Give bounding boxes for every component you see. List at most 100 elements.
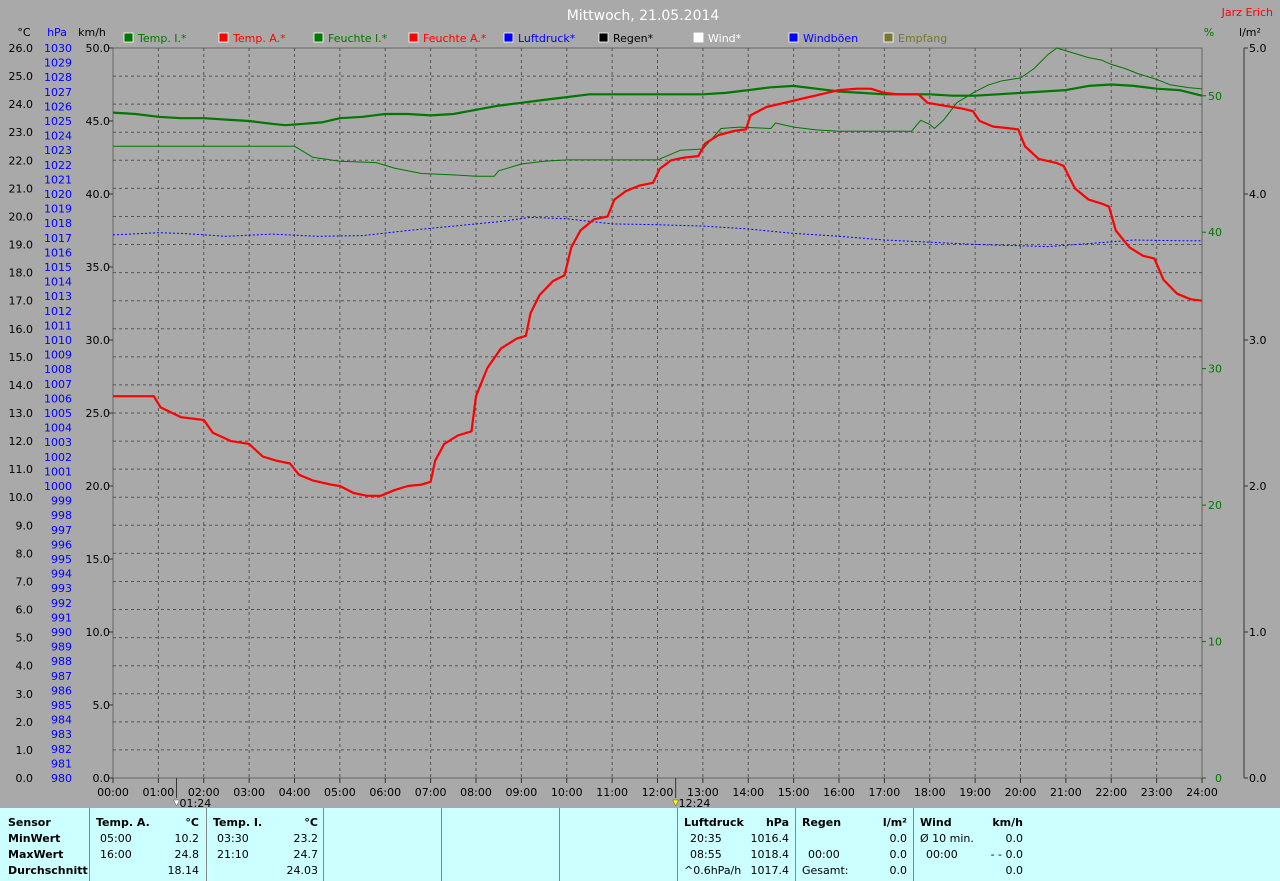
stats-temp-i-max-time: 21:10 — [217, 848, 249, 861]
pressure-tick-label: 990 — [51, 626, 72, 639]
legend-swatch — [788, 32, 799, 43]
stats-temp-a-avg: 18.14 — [167, 864, 200, 877]
temp-tick-label: 25.0 — [9, 70, 34, 83]
stats-pressure-min-time: 20:35 — [690, 832, 722, 845]
temp-tick-label: 21.0 — [9, 182, 34, 195]
pressure-tick-label: 1017 — [44, 232, 72, 245]
pressure-tick-label: 1026 — [44, 100, 72, 113]
pressure-tick-label: 998 — [51, 509, 72, 522]
temp-tick-label: 16.0 — [9, 323, 34, 336]
speed-tick-label: 25.0 — [86, 407, 111, 420]
temp-tick-label: 3.0 — [16, 688, 34, 701]
pressure-tick-label: 1027 — [44, 86, 72, 99]
legend-label: Wind* — [708, 32, 742, 45]
x-tick-label: 05:00 — [324, 786, 356, 799]
stats-temp-a-title: Temp. A. — [96, 816, 150, 829]
stats-rain-max-val: 0.0 — [889, 848, 908, 861]
stats-empty-1 — [323, 808, 441, 881]
humidity-tick-label: 30 — [1208, 363, 1222, 376]
x-tick-label: 01:00 — [143, 786, 175, 799]
speed-tick-label: 30.0 — [86, 334, 111, 347]
pressure-tick-label: 1021 — [44, 173, 72, 186]
legend-label: Empfang — [898, 32, 947, 45]
legend-swatch — [503, 32, 514, 43]
temp-tick-label: 8.0 — [16, 547, 34, 560]
x-tick-label: 21:00 — [1050, 786, 1082, 799]
temp-tick-label: 17.0 — [9, 295, 34, 308]
pressure-tick-label: 989 — [51, 641, 72, 654]
x-tick-label: 22:00 — [1095, 786, 1127, 799]
stats-wind-avg: 0.0 — [1005, 864, 1024, 877]
pressure-tick-label: 982 — [51, 743, 72, 756]
pressure-tick-label: 992 — [51, 597, 72, 610]
pressure-tick-label: 1028 — [44, 71, 72, 84]
temp-tick-label: 10.0 — [9, 491, 34, 504]
speed-tick-label: 40.0 — [86, 188, 111, 201]
speed-tick-label: 5.0 — [93, 699, 111, 712]
speed-tick-label: 20.0 — [86, 480, 111, 493]
rain-tick-label: 2.0 — [1249, 480, 1267, 493]
temp-tick-label: 26.0 — [9, 42, 34, 55]
x-tick-label: 17:00 — [869, 786, 901, 799]
pressure-tick-label: 1010 — [44, 334, 72, 347]
temp-tick-label: 12.0 — [9, 435, 34, 448]
rain-tick-label: 5.0 — [1249, 42, 1267, 55]
humidity-tick-label: 40 — [1208, 226, 1222, 239]
stats-label-avg: Durchschnitt — [8, 864, 88, 877]
humidity-tick-label: 10 — [1208, 636, 1222, 649]
x-tick-label: 18:00 — [914, 786, 946, 799]
temp-tick-label: 11.0 — [9, 463, 34, 476]
speed-tick-label: 15.0 — [86, 553, 111, 566]
stats-rain-unit: l/m² — [882, 816, 907, 829]
stats-pressure-min-val: 1016.4 — [750, 832, 790, 845]
legend-label: Windböen — [803, 32, 858, 45]
speed-tick-label: 10.0 — [86, 626, 111, 639]
legend-swatch — [313, 32, 324, 43]
humidity-tick-label: 20 — [1208, 499, 1222, 512]
pressure-tick-label: 1003 — [44, 436, 72, 449]
pressure-tick-label: 980 — [51, 772, 72, 785]
stats-temp-a-max-time: 16:00 — [100, 848, 132, 861]
pressure-tick-label: 984 — [51, 714, 72, 727]
pressure-tick-label: 1024 — [44, 130, 72, 143]
pressure-tick-label: 999 — [51, 495, 72, 508]
pressure-tick-label: 987 — [51, 670, 72, 683]
x-tick-label: 03:00 — [233, 786, 265, 799]
pressure-tick-label: 988 — [51, 655, 72, 668]
stats-temp-a-max-val: 24.8 — [174, 848, 200, 861]
temp-tick-label: 18.0 — [9, 267, 34, 280]
temp-tick-label: 2.0 — [16, 716, 34, 729]
temp-tick-label: 15.0 — [9, 351, 34, 364]
owner-label: Jarz Erich — [1221, 6, 1273, 19]
pressure-tick-label: 1030 — [44, 42, 72, 55]
temp-tick-label: 20.0 — [9, 210, 34, 223]
stats-wind-title: Wind — [920, 816, 952, 829]
stats-rain: Regen l/m² 0.0 00:00 0.0 Gesamt: 0.0 — [795, 808, 913, 881]
legend-swatch — [693, 32, 704, 43]
x-tick-label: 20:00 — [1005, 786, 1037, 799]
pressure-tick-label: 1012 — [44, 305, 72, 318]
stats-label-sensor: Sensor — [8, 816, 51, 829]
pressure-tick-label: 1002 — [44, 451, 72, 464]
legend-swatch — [218, 32, 229, 43]
pressure-tick-label: 983 — [51, 728, 72, 741]
pressure-tick-label: 986 — [51, 684, 72, 697]
pressure-tick-label: 1014 — [44, 276, 72, 289]
unit-rain: l/m² — [1239, 26, 1261, 39]
unit-speed: km/h — [78, 26, 106, 39]
stats-temp-i-max-val: 24.7 — [293, 848, 319, 861]
stats-temp-i-unit: °C — [304, 816, 318, 829]
temp-tick-label: 24.0 — [9, 98, 34, 111]
pressure-tick-label: 985 — [51, 699, 72, 712]
stats-rain-title: Regen — [802, 816, 842, 829]
x-tick-label: 10:00 — [551, 786, 583, 799]
time-marker-label: 12:24 — [679, 797, 711, 808]
x-tick-label: 00:00 — [97, 786, 129, 799]
x-tick-label: 24:00 — [1186, 786, 1218, 799]
pressure-tick-label: 1008 — [44, 363, 72, 376]
stats-temp-a: Temp. A. °C 05:00 10.2 16:00 24.8 18.14 — [89, 808, 207, 881]
pressure-tick-label: 1016 — [44, 246, 72, 259]
stats-rain-total-label: Gesamt: — [802, 864, 849, 877]
humidity-tick-label: 50 — [1208, 90, 1222, 103]
weather-chart: 0.0 1.0 2.0 3.0 4.0 5.0 6.0 7.0 8.0 9.0 10.0 11.0 12… — [9, 6, 1274, 808]
